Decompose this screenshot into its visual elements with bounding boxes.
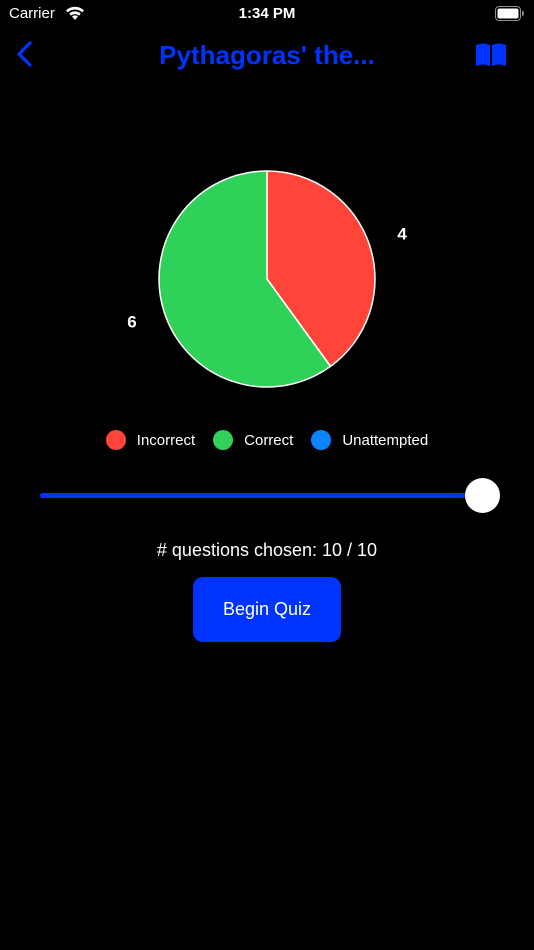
legend-item-unattempted: Unattempted bbox=[311, 430, 428, 450]
legend-item-incorrect: Incorrect bbox=[105, 430, 196, 450]
chart-legend: Incorrect Correct Unattempted bbox=[0, 430, 534, 450]
pie-data-label-correct: 6 bbox=[127, 312, 136, 331]
question-count-slider[interactable] bbox=[40, 476, 500, 516]
begin-quiz-button[interactable]: Begin Quiz bbox=[193, 577, 341, 642]
questions-chosen-label: # questions chosen: 10 / 10 bbox=[156, 540, 378, 560]
slider-track[interactable] bbox=[40, 493, 480, 498]
legend-label-correct: Correct bbox=[244, 431, 294, 449]
pie-data-label-incorrect: 4 bbox=[397, 225, 407, 244]
legend-item-correct: Correct bbox=[213, 430, 293, 450]
slider-thumb[interactable] bbox=[464, 478, 500, 513]
legend-label-unattempted: Unattempted bbox=[342, 431, 429, 449]
legend-swatch-unattempted bbox=[311, 430, 332, 450]
results-pie-chart: 46 bbox=[127, 170, 407, 388]
legend-label-incorrect: Incorrect bbox=[136, 431, 196, 449]
legend-swatch-incorrect bbox=[105, 430, 126, 450]
legend-swatch-correct bbox=[213, 430, 234, 450]
